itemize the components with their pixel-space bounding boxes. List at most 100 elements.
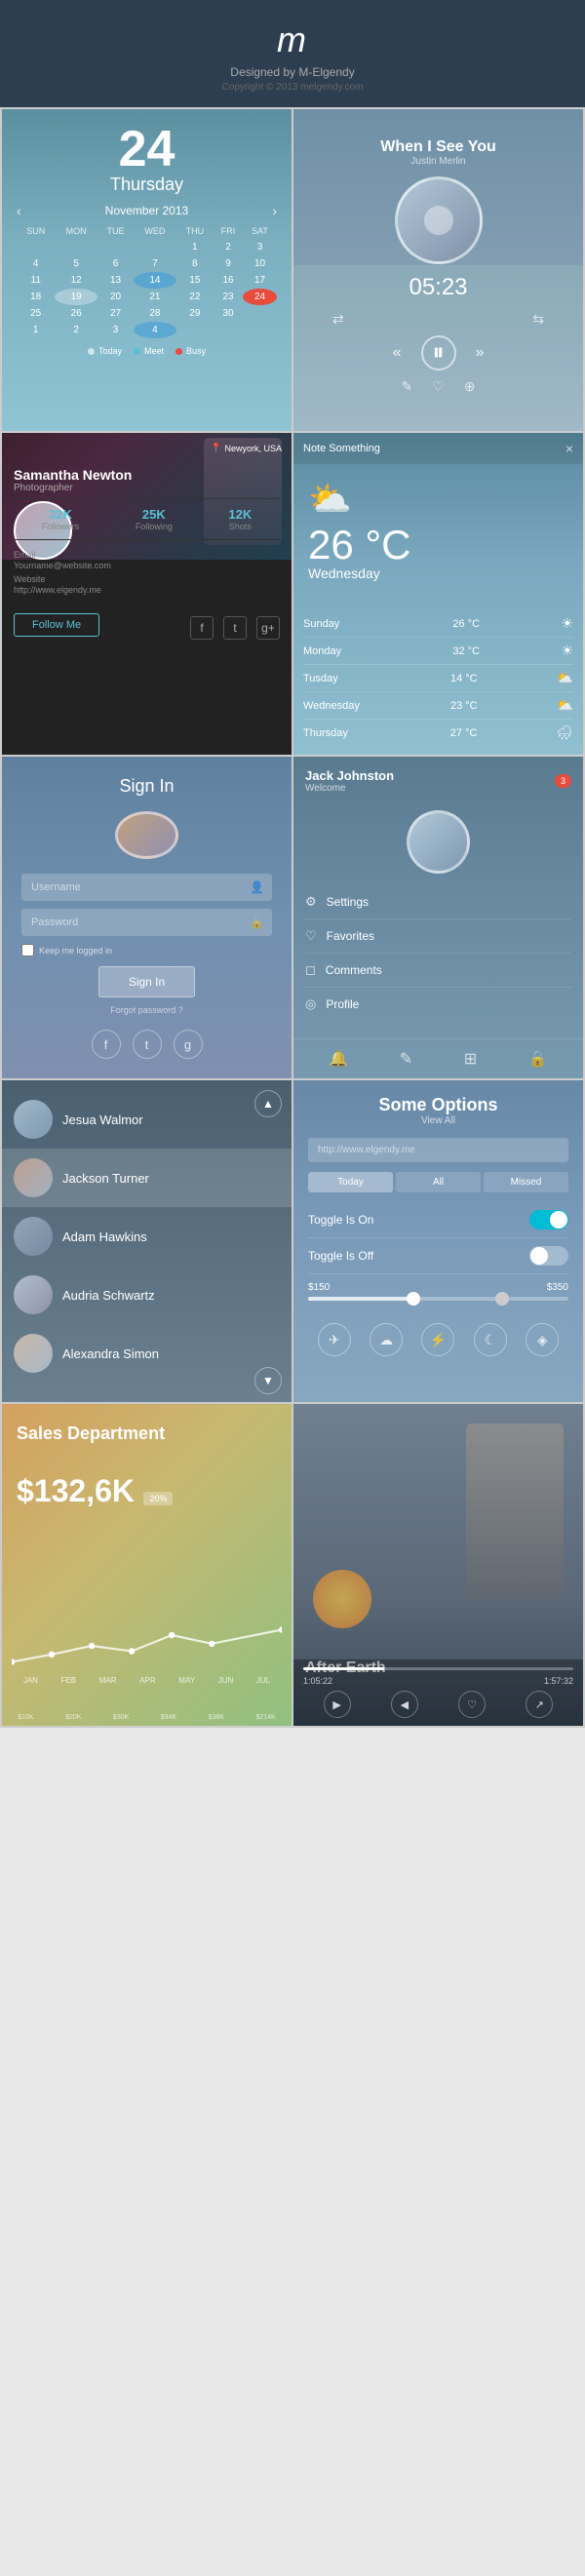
cal-day-cell[interactable]: 27: [98, 305, 134, 322]
cal-day-cell[interactable]: [55, 239, 98, 255]
username-input[interactable]: [21, 874, 272, 901]
tab-today[interactable]: Today: [308, 1172, 393, 1192]
cal-day-cell[interactable]: 3: [98, 322, 134, 338]
password-input[interactable]: [21, 909, 272, 936]
cal-day-cell[interactable]: 7: [134, 255, 176, 272]
cal-day-cell[interactable]: [243, 322, 277, 338]
cal-day-cell[interactable]: 15: [176, 272, 214, 289]
music-action-2[interactable]: ♡: [432, 378, 445, 395]
facebook-signin-btn[interactable]: f: [92, 1030, 121, 1059]
cal-day-cell[interactable]: 8: [176, 255, 214, 272]
calendar-widget: 24 Thursday ‹ November 2013 › SUN MON TU…: [2, 109, 292, 431]
person-item-4[interactable]: Alexandra Simon: [2, 1324, 292, 1383]
cal-day-cell[interactable]: 17: [243, 272, 277, 289]
music-prev-btn[interactable]: «: [393, 344, 402, 362]
cal-day-cell[interactable]: 9: [214, 255, 243, 272]
movie-rewind-btn[interactable]: ◀: [391, 1691, 418, 1718]
cal-day-cell[interactable]: 22: [176, 289, 214, 305]
movie-favorite-btn[interactable]: ♡: [458, 1691, 486, 1718]
cal-day-cell[interactable]: [243, 305, 277, 322]
person-item-0[interactable]: Jesua Walmor: [2, 1090, 292, 1149]
toggle-on-switch[interactable]: [529, 1210, 568, 1229]
person-item-1[interactable]: Jackson Turner: [2, 1149, 292, 1207]
wifi-icon-btn[interactable]: ☁: [370, 1323, 403, 1356]
google-signin-btn[interactable]: g: [174, 1030, 203, 1059]
bluetooth-icon-btn[interactable]: ⚡: [421, 1323, 454, 1356]
toggle-off-switch[interactable]: [529, 1246, 568, 1266]
cal-day-cell[interactable]: [214, 322, 243, 338]
remember-checkbox[interactable]: [21, 944, 34, 956]
follow-button[interactable]: Follow Me: [14, 613, 99, 637]
menu-item-settings[interactable]: ⚙ Settings: [305, 885, 571, 919]
cal-day-cell[interactable]: 2: [214, 239, 243, 255]
music-share-icon[interactable]: ⇄: [332, 311, 344, 328]
cal-day-cell[interactable]: [176, 322, 214, 338]
slider-thumb-left[interactable]: [407, 1292, 420, 1306]
cal-day-cell[interactable]: [17, 239, 55, 255]
cal-day-cell[interactable]: 1: [176, 239, 214, 255]
options-search-input[interactable]: [308, 1138, 568, 1162]
forgot-password-link[interactable]: Forgot password ?: [110, 1005, 183, 1015]
cal-day-cell[interactable]: 1: [17, 322, 55, 338]
cal-day-cell-busy[interactable]: 24: [243, 289, 277, 305]
sliders-icon[interactable]: ⊞: [464, 1049, 477, 1069]
cal-day-cell[interactable]: 26: [55, 305, 98, 322]
slider-label-row: $150 $350: [308, 1282, 568, 1293]
settings-icon-btn[interactable]: ◈: [526, 1323, 559, 1356]
lock-icon[interactable]: 🔒: [528, 1049, 548, 1069]
calendar-next-btn[interactable]: ›: [272, 203, 277, 218]
cal-day-cell[interactable]: [98, 239, 134, 255]
cal-day-cell[interactable]: [134, 239, 176, 255]
slider-thumb-right[interactable]: [495, 1292, 509, 1306]
cal-day-cell-meet[interactable]: 14: [134, 272, 176, 289]
cal-day-cell-today[interactable]: 19: [55, 289, 98, 305]
cal-day-cell[interactable]: 12: [55, 272, 98, 289]
cal-day-cell[interactable]: 23: [214, 289, 243, 305]
menu-item-favorites[interactable]: ♡ Favorites: [305, 919, 571, 954]
music-action-3[interactable]: ⊕: [464, 378, 476, 395]
music-action-1[interactable]: ✎: [401, 378, 412, 395]
person-item-3[interactable]: Audria Schwartz: [2, 1266, 292, 1324]
cal-day-cell[interactable]: 30: [214, 305, 243, 322]
edit-icon[interactable]: ✎: [400, 1049, 412, 1069]
movie-play-btn[interactable]: ▶: [324, 1691, 351, 1718]
cal-day-cell[interactable]: 25: [17, 305, 55, 322]
cal-day-cell[interactable]: 4: [17, 255, 55, 272]
cal-day-cell[interactable]: 5: [55, 255, 98, 272]
tab-all[interactable]: All: [396, 1172, 481, 1192]
calendar-prev-btn[interactable]: ‹: [17, 203, 21, 218]
googleplus-btn[interactable]: g+: [256, 616, 280, 640]
person-item-2[interactable]: Adam Hawkins: [2, 1207, 292, 1266]
cal-day-cell[interactable]: 11: [17, 272, 55, 289]
facebook-btn[interactable]: f: [190, 616, 214, 640]
airplane-icon-btn[interactable]: ✈: [318, 1323, 351, 1356]
cal-day-cell-meet[interactable]: 4: [134, 322, 176, 338]
cal-day-cell[interactable]: 3: [243, 239, 277, 255]
cal-day-cell[interactable]: 21: [134, 289, 176, 305]
weather-close-btn[interactable]: ×: [566, 441, 573, 456]
cal-day-cell[interactable]: 18: [17, 289, 55, 305]
movie-progress-bar[interactable]: [303, 1667, 573, 1670]
cal-day-cell[interactable]: 6: [98, 255, 134, 272]
cal-day-cell[interactable]: 10: [243, 255, 277, 272]
menu-item-comments[interactable]: ◻ Comments: [305, 954, 571, 988]
twitter-signin-btn[interactable]: t: [133, 1030, 162, 1059]
bell-icon[interactable]: 🔔: [329, 1049, 348, 1069]
cal-day-cell[interactable]: 2: [55, 322, 98, 338]
music-next-btn[interactable]: »: [476, 344, 485, 362]
music-play-btn[interactable]: ⏸: [421, 335, 456, 371]
tab-missed[interactable]: Missed: [484, 1172, 568, 1192]
cal-day-cell[interactable]: 13: [98, 272, 134, 289]
cal-day-cell[interactable]: 28: [134, 305, 176, 322]
options-viewall-link[interactable]: View All: [308, 1115, 568, 1126]
menu-item-profile[interactable]: ◎ Profile: [305, 988, 571, 1021]
cal-day-cell[interactable]: 16: [214, 272, 243, 289]
movie-share-btn[interactable]: ↗: [526, 1691, 553, 1718]
moon-icon-btn[interactable]: ☾: [474, 1323, 507, 1356]
cal-day-cell[interactable]: 29: [176, 305, 214, 322]
music-repeat-icon[interactable]: ⇆: [532, 311, 544, 328]
cal-day-cell[interactable]: 20: [98, 289, 134, 305]
signin-button[interactable]: Sign In: [98, 966, 195, 997]
slider-track[interactable]: [308, 1297, 568, 1301]
twitter-btn[interactable]: t: [223, 616, 247, 640]
